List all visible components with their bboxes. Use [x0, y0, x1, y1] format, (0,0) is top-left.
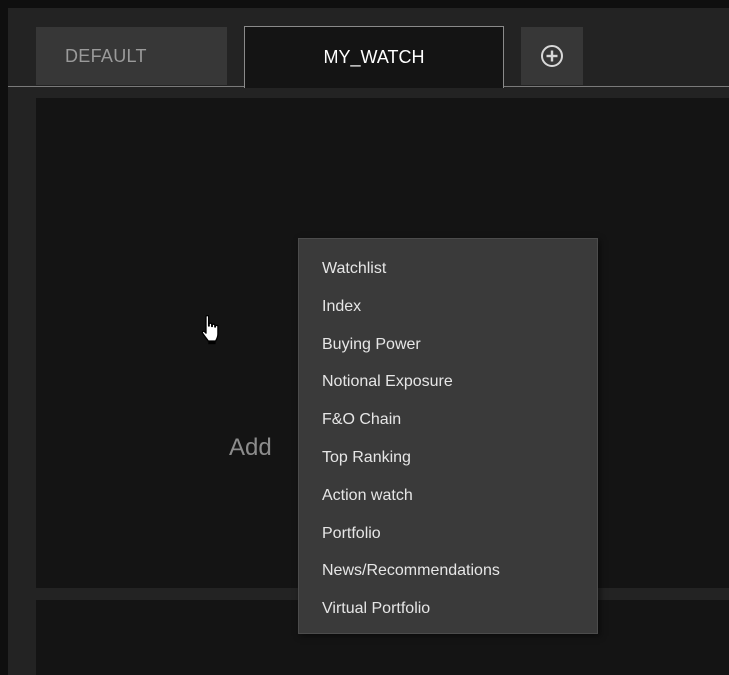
widget-menu: Watchlist Index Buying Power Notional Ex… [298, 238, 598, 634]
app-window: DEFAULT MY_WATCH Add Watchlist Index Buy… [8, 8, 729, 675]
plus-circle-icon [540, 44, 564, 68]
tab-default-label: DEFAULT [65, 45, 147, 66]
tab-bar: DEFAULT MY_WATCH [8, 8, 729, 88]
menu-item-index[interactable]: Index [299, 288, 597, 326]
menu-item-notional-exposure[interactable]: Notional Exposure [299, 363, 597, 401]
add-tab-button[interactable] [521, 27, 583, 85]
add-widget-placeholder[interactable]: Add [229, 434, 272, 462]
menu-item-top-ranking[interactable]: Top Ranking [299, 439, 597, 477]
tab-my-watch[interactable]: MY_WATCH [244, 26, 504, 88]
tab-default[interactable]: DEFAULT [36, 27, 227, 85]
menu-item-fo-chain[interactable]: F&O Chain [299, 401, 597, 439]
menu-item-action-watch[interactable]: Action watch [299, 477, 597, 515]
hand-pointer-icon [199, 314, 225, 346]
tab-my-watch-label: MY_WATCH [323, 47, 425, 67]
menu-item-virtual-portfolio[interactable]: Virtual Portfolio [299, 590, 597, 628]
menu-item-watchlist[interactable]: Watchlist [299, 250, 597, 288]
menu-item-buying-power[interactable]: Buying Power [299, 326, 597, 364]
menu-item-news-recommendations[interactable]: News/Recommendations [299, 552, 597, 590]
menu-item-portfolio[interactable]: Portfolio [299, 515, 597, 553]
